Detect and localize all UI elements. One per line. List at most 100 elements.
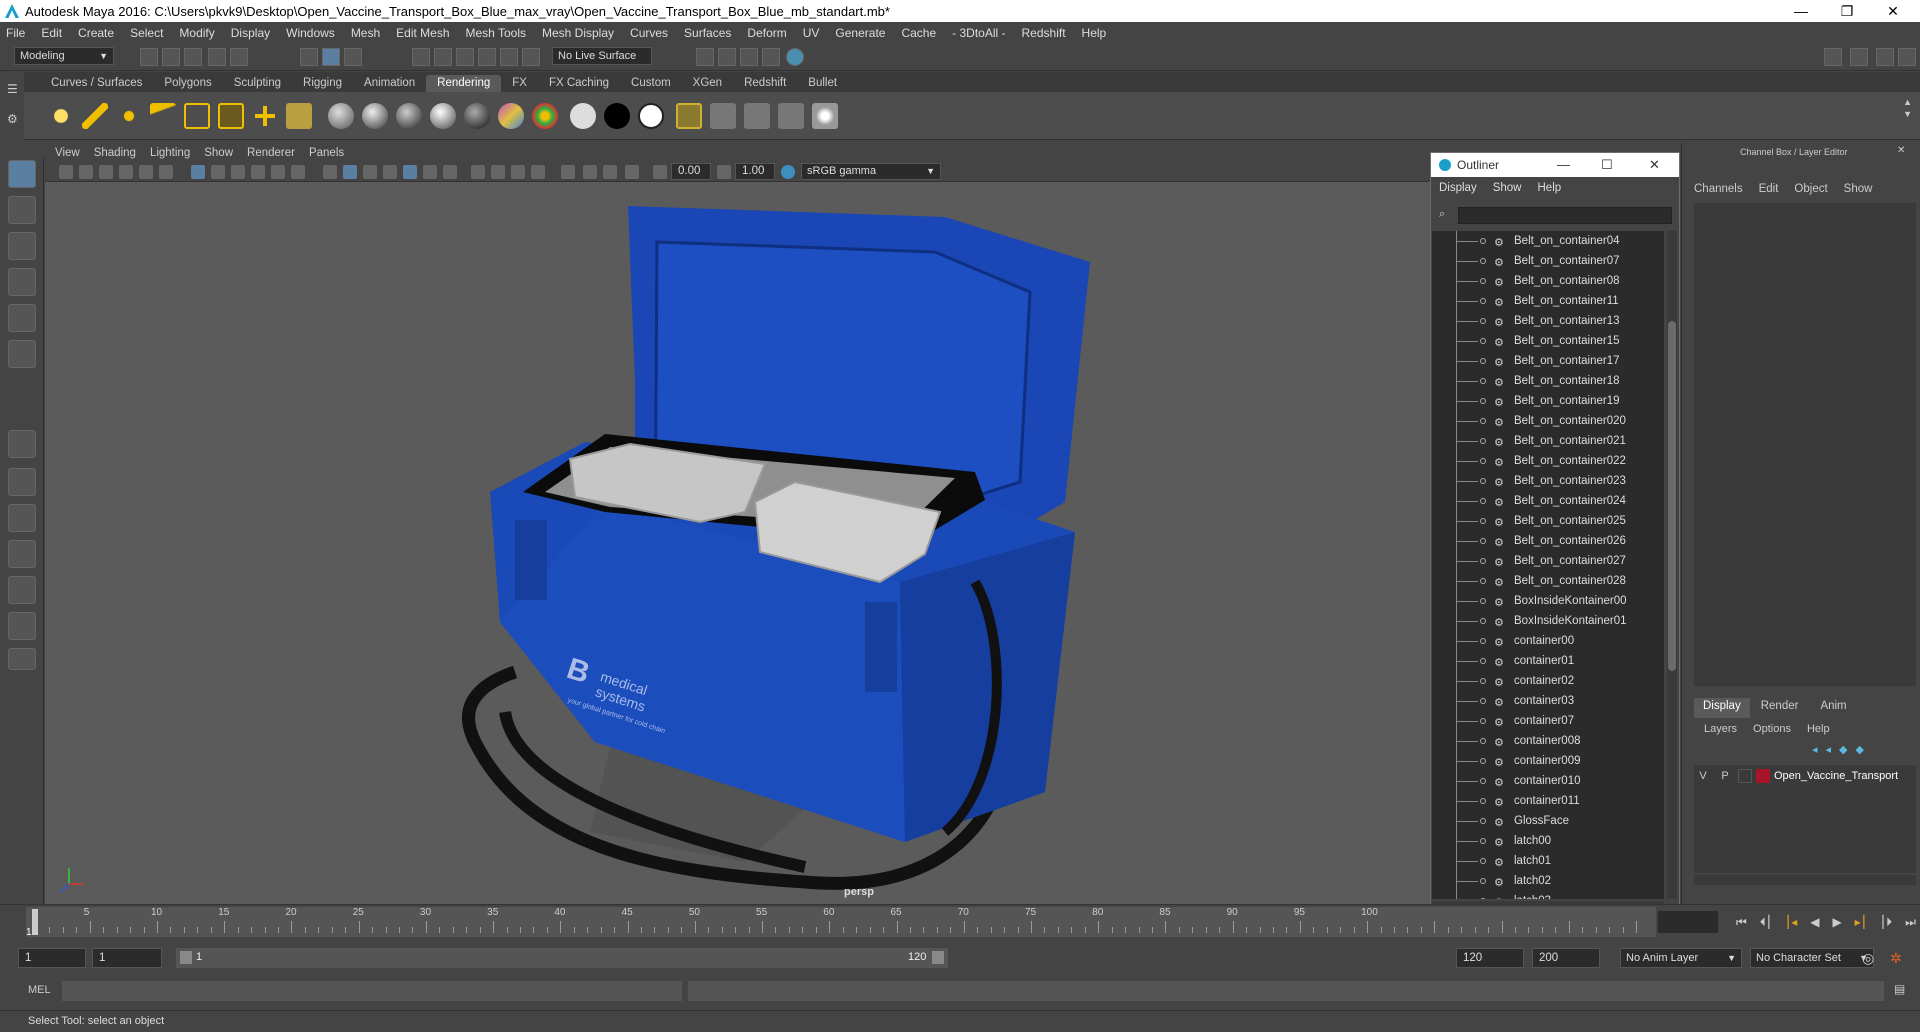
outliner-filter-icon[interactable]: ⌕ — [1439, 208, 1445, 221]
tab-sculpting[interactable]: Sculpting — [223, 75, 292, 92]
outliner-item[interactable]: ⚙ Belt_on_container17 — [1432, 351, 1664, 371]
tab-rigging[interactable]: Rigging — [292, 75, 353, 92]
anim-layer-dropdown[interactable]: No Anim Layer ▼ — [1620, 948, 1742, 968]
expand-toggle-icon[interactable] — [1480, 678, 1486, 684]
uv-layout-icon[interactable] — [8, 612, 36, 640]
save-scene-icon[interactable] — [184, 48, 202, 66]
vp-menu-show[interactable]: Show — [204, 147, 233, 159]
expand-toggle-icon[interactable] — [1480, 738, 1486, 744]
shelf-menu-icon[interactable]: ☰ — [7, 82, 18, 96]
blinn-sphere-icon[interactable] — [362, 103, 388, 129]
expand-toggle-icon[interactable] — [1480, 498, 1486, 504]
menu-surfaces[interactable]: Surfaces — [684, 26, 731, 40]
expand-toggle-icon[interactable] — [1480, 458, 1486, 464]
time-slider-track[interactable]: 5 10 15 20 25 30 35 40 45 50 55 60 65 70 75 80 85 90 95 100 — [26, 907, 1656, 937]
expand-toggle-icon[interactable] — [1480, 378, 1486, 384]
outliner-item[interactable]: ⚙ container00 — [1432, 631, 1664, 651]
move-tool-icon[interactable] — [8, 268, 36, 296]
outliner-item[interactable]: ⚙ Belt_on_container021 — [1432, 431, 1664, 451]
select-hierarchy-icon[interactable] — [300, 48, 318, 66]
expand-toggle-icon[interactable] — [1480, 318, 1486, 324]
expand-toggle-icon[interactable] — [1480, 558, 1486, 564]
script-editor-icon[interactable]: ▤ — [1894, 982, 1905, 996]
expand-toggle-icon[interactable] — [1480, 658, 1486, 664]
resolution-gate-icon[interactable] — [231, 165, 245, 179]
snap-grid-icon[interactable] — [412, 48, 430, 66]
new-scene-icon[interactable] — [140, 48, 158, 66]
menu-curves[interactable]: Curves — [630, 26, 668, 40]
color-space-dropdown[interactable]: sRGB gamma ▼ — [801, 163, 941, 180]
paint-select-tool-icon[interactable] — [8, 232, 36, 260]
batch-render-icon[interactable] — [744, 103, 770, 129]
x-ray-active-icon[interactable] — [583, 165, 597, 179]
snap-curve-icon[interactable] — [434, 48, 452, 66]
outliner-item[interactable]: ⚙ GlossFace — [1432, 811, 1664, 831]
single-perspective-layout-icon[interactable] — [8, 430, 36, 458]
expand-toggle-icon[interactable] — [1480, 258, 1486, 264]
four-view-layout-icon[interactable] — [8, 468, 36, 496]
outliner-item[interactable]: ⚙ Belt_on_container13 — [1432, 311, 1664, 331]
tab-animation[interactable]: Animation — [353, 75, 426, 92]
layer-menu-help[interactable]: Help — [1807, 723, 1830, 735]
select-object-icon[interactable] — [322, 48, 340, 66]
screen-space-ao-icon[interactable] — [443, 165, 457, 179]
open-scene-icon[interactable] — [162, 48, 180, 66]
range-end-handle[interactable] — [932, 951, 944, 964]
outliner-item[interactable]: ⚙ Belt_on_container04 — [1432, 231, 1664, 251]
expand-toggle-icon[interactable] — [1480, 778, 1486, 784]
mode-dropdown[interactable]: Modeling ▼ — [14, 47, 114, 65]
surface-shader-icon[interactable] — [638, 103, 664, 129]
undo-icon[interactable] — [208, 48, 226, 66]
camera-icon[interactable] — [252, 103, 278, 129]
wireframe-on-shaded-icon[interactable] — [363, 165, 377, 179]
camera-aim-icon[interactable] — [286, 103, 312, 129]
menu-edit-mesh[interactable]: Edit Mesh — [396, 26, 449, 40]
expand-toggle-icon[interactable] — [1480, 578, 1486, 584]
expand-toggle-icon[interactable] — [1480, 238, 1486, 244]
outliner-menu-display[interactable]: Display — [1439, 182, 1477, 194]
layer-menu-options[interactable]: Options — [1753, 723, 1791, 735]
outliner-item[interactable]: ⚙ Belt_on_container08 — [1432, 271, 1664, 291]
black-shader-icon[interactable] — [604, 103, 630, 129]
film-gate-icon[interactable] — [211, 165, 225, 179]
vp-menu-renderer[interactable]: Renderer — [247, 147, 295, 159]
render-frame-icon[interactable] — [696, 48, 714, 66]
maximize-button[interactable]: ❐ — [1824, 0, 1870, 22]
play-forwards-icon[interactable]: ▶ — [1832, 915, 1841, 930]
expand-toggle-icon[interactable] — [1480, 898, 1486, 899]
tab-display[interactable]: Display — [1694, 698, 1750, 718]
anisotropic-sphere-icon[interactable] — [464, 103, 490, 129]
gamma-field[interactable]: 1.00 — [735, 163, 775, 180]
expand-toggle-icon[interactable] — [1480, 418, 1486, 424]
menu-select[interactable]: Select — [130, 26, 163, 40]
animation-preferences-icon[interactable]: ✲ — [1890, 950, 1902, 967]
outliner-item[interactable]: ⚙ container07 — [1432, 711, 1664, 731]
expand-toggle-icon[interactable] — [1480, 798, 1486, 804]
layer-action-icons[interactable]: ◂◂◆◆ — [1812, 743, 1872, 756]
ipr-render-icon[interactable] — [718, 48, 736, 66]
x-ray-joints-icon[interactable] — [603, 165, 617, 179]
phonge-sphere-icon[interactable] — [430, 103, 456, 129]
perspective-viewport[interactable]: B medical systems your global partner fo… — [45, 182, 1430, 904]
range-start-handle[interactable] — [180, 951, 192, 964]
field-chart-icon[interactable] — [271, 165, 285, 179]
minimize-button[interactable]: — — [1778, 0, 1824, 22]
attribute-editor-icon[interactable] — [1850, 48, 1868, 66]
white-shader-icon[interactable] — [570, 103, 596, 129]
character-set-dropdown[interactable]: No Character Set ▼ — [1750, 948, 1874, 968]
close-button[interactable]: ✕ — [1870, 0, 1916, 22]
render-settings-icon[interactable] — [740, 48, 758, 66]
outliner-item[interactable]: ⚙ Belt_on_container07 — [1432, 251, 1664, 271]
hypershade-shelf-icon[interactable] — [812, 103, 838, 129]
outliner-item[interactable]: ⚙ latch00 — [1432, 831, 1664, 851]
anti-aliasing-icon[interactable] — [491, 165, 505, 179]
channel-box-close-icon[interactable]: ✕ — [1897, 145, 1905, 156]
menu-edit[interactable]: Edit — [41, 26, 62, 40]
outliner-menu-help[interactable]: Help — [1538, 182, 1562, 194]
outliner-item[interactable]: ⚙ Belt_on_container025 — [1432, 511, 1664, 531]
range-slider[interactable]: 1 120 — [176, 948, 948, 968]
outliner-item[interactable]: ⚙ container009 — [1432, 751, 1664, 771]
expand-toggle-icon[interactable] — [1480, 298, 1486, 304]
channel-list[interactable] — [1694, 203, 1916, 686]
select-tool-icon[interactable] — [8, 160, 36, 188]
